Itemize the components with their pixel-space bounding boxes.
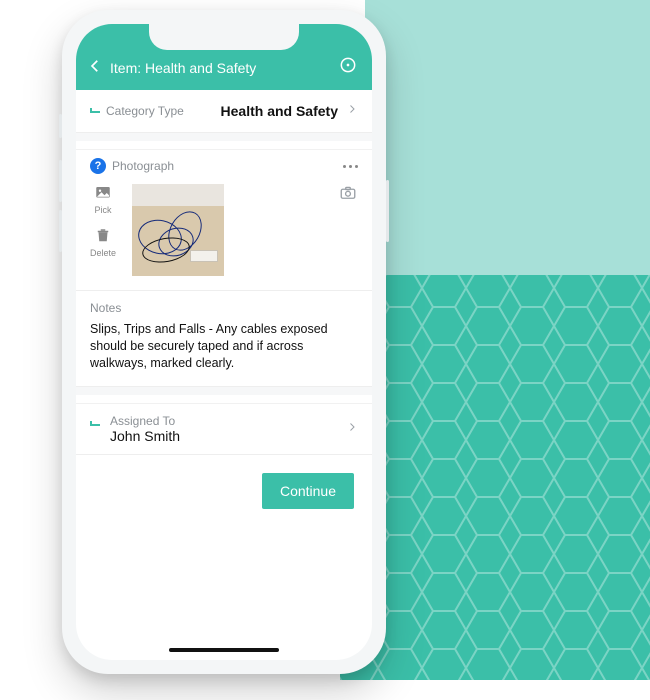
home-indicator bbox=[169, 648, 279, 652]
image-icon bbox=[93, 184, 113, 202]
honeycomb-pattern bbox=[340, 275, 650, 680]
phone-notch bbox=[149, 24, 299, 50]
chevron-right-icon bbox=[346, 420, 358, 438]
help-icon[interactable]: ? bbox=[90, 158, 106, 174]
spacer bbox=[76, 387, 372, 395]
pick-label: Pick bbox=[94, 205, 111, 215]
assigned-value: John Smith bbox=[110, 428, 180, 444]
continue-button[interactable]: Continue bbox=[262, 473, 354, 509]
target-icon bbox=[338, 55, 358, 75]
notes-label: Notes bbox=[90, 301, 358, 315]
check-icon bbox=[90, 416, 100, 426]
continue-wrap: Continue bbox=[76, 455, 372, 509]
more-button[interactable] bbox=[343, 165, 358, 168]
delete-photo-button[interactable]: Delete bbox=[90, 227, 116, 258]
phone-mockup: Item: Health and Safety Category Type He… bbox=[62, 10, 386, 674]
header-title: Item: Health and Safety bbox=[110, 60, 256, 76]
background-panel-bottom bbox=[340, 275, 650, 680]
chevron-left-icon bbox=[86, 57, 104, 75]
spacer bbox=[76, 133, 372, 141]
notes-text: Slips, Trips and Falls - Any cables expo… bbox=[90, 321, 358, 372]
back-button[interactable] bbox=[86, 57, 104, 78]
header-action-button[interactable] bbox=[338, 55, 358, 78]
phone-side-button bbox=[59, 160, 62, 202]
phone-side-button bbox=[59, 114, 62, 138]
notes-section: Notes Slips, Trips and Falls - Any cable… bbox=[76, 291, 372, 387]
phone-side-button bbox=[386, 180, 389, 242]
assigned-label: Assigned To bbox=[110, 414, 180, 428]
trash-icon bbox=[93, 227, 113, 245]
category-row[interactable]: Category Type Health and Safety bbox=[76, 90, 372, 133]
chevron-right-icon bbox=[346, 102, 358, 120]
phone-side-button bbox=[59, 210, 62, 252]
category-value: Health and Safety bbox=[221, 103, 338, 119]
delete-label: Delete bbox=[90, 248, 116, 258]
photo-tools: Pick Delete bbox=[90, 184, 116, 258]
photo-thumbnail[interactable] bbox=[132, 184, 224, 276]
photograph-section: ? Photograph Pick bbox=[76, 149, 372, 291]
phone-screen: Item: Health and Safety Category Type He… bbox=[76, 24, 372, 660]
check-icon bbox=[90, 103, 100, 113]
category-label: Category Type bbox=[106, 104, 184, 118]
camera-icon[interactable] bbox=[338, 184, 358, 202]
photograph-label: Photograph bbox=[112, 159, 174, 173]
background-panel-top bbox=[365, 0, 650, 275]
pick-photo-button[interactable]: Pick bbox=[93, 184, 113, 215]
assigned-row[interactable]: Assigned To John Smith bbox=[76, 403, 372, 455]
